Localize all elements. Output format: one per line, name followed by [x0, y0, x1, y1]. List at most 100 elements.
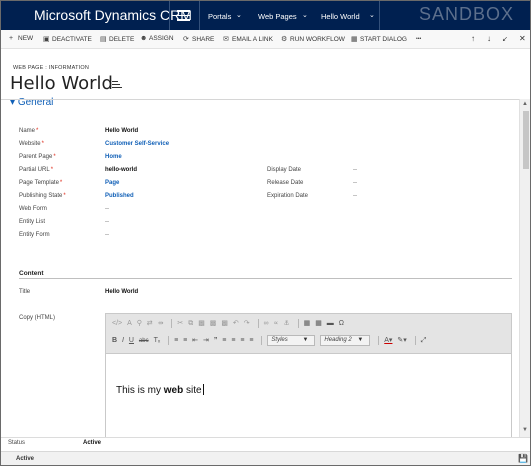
anchor-icon[interactable]: ⚓ [283, 319, 289, 327]
entity-list-field[interactable]: -- [105, 219, 109, 225]
link-icon[interactable]: ∞ [264, 320, 269, 327]
form-selector-icon[interactable] [112, 81, 122, 90]
record-status: Active [16, 456, 35, 462]
web-form-label: Web Form [19, 206, 47, 212]
copy-icon[interactable]: ⧉ [188, 320, 193, 328]
vertical-scrollbar[interactable]: ▲ ▼ [519, 99, 530, 437]
underline-icon[interactable]: U [129, 337, 134, 344]
nav-item-portals[interactable]: Portals [208, 12, 231, 21]
environment-label: SANDBOX [419, 4, 515, 24]
chevron-down-icon[interactable]: ⌄ [302, 11, 308, 19]
editor-content[interactable]: This is my web site [116, 384, 204, 396]
expiration-date-label: Expiration Date [267, 193, 309, 199]
share-icon: ⟳ [183, 36, 189, 43]
delete-button[interactable]: ▤ DELETE [100, 35, 134, 43]
indent-icon[interactable]: ⇥ [203, 336, 209, 344]
cut-icon[interactable]: ✂ [177, 319, 183, 327]
parent-page-label: Parent Page* [19, 154, 56, 160]
close-icon[interactable]: ✕ [519, 34, 526, 43]
background-color-icon[interactable]: ✎▾ [397, 336, 406, 344]
paste-word-icon[interactable]: ▩ [221, 319, 228, 327]
replace-icon[interactable]: ⇄ [147, 319, 153, 327]
find-icon[interactable]: ⚲ [137, 319, 142, 327]
next-record-icon[interactable]: ↓ [487, 34, 491, 43]
align-left-icon[interactable]: ≡ [222, 337, 226, 344]
content-section-header: Content [19, 270, 44, 277]
deactivate-button[interactable]: ▣ DEACTIVATE [43, 35, 92, 43]
format-dropdown[interactable]: Heading 2 ▼ [320, 335, 371, 346]
publishing-state-link[interactable]: Published [105, 193, 134, 199]
remove-format-icon[interactable]: Tₓ [154, 337, 161, 344]
page-template-label: Page Template* [19, 180, 63, 186]
undo-icon[interactable]: ↶ [233, 319, 239, 327]
email-link-button[interactable]: ✉ EMAIL A LINK [223, 35, 273, 43]
dialog-icon: ▦ [351, 36, 358, 43]
more-commands-button[interactable]: ••• [416, 36, 421, 42]
align-center-icon[interactable]: ≡ [231, 337, 235, 344]
partial-url-field[interactable]: hello-world [105, 167, 137, 173]
nav-item-web-pages[interactable]: Web Pages [258, 12, 297, 21]
nav-item-hello-world[interactable]: Hello World [321, 12, 360, 21]
run-workflow-button[interactable]: ⚙ RUN WORKFLOW [281, 35, 345, 43]
previous-record-icon[interactable]: ↑ [471, 34, 475, 43]
paste-icon[interactable]: ▩ [198, 319, 205, 327]
copy-html-label: Copy (HTML) [19, 315, 56, 321]
editor-toolbar: </> A ⚲ ⇄ ⇸ ✂ ⧉ ▩ ▩ ▩ ↶ ↷ ∞ ∝ ⚓ ▦ ▦ ▬ Ω … [106, 314, 511, 354]
select-all-icon[interactable]: ⇸ [158, 319, 164, 327]
website-label: Website* [19, 141, 44, 147]
table-icon[interactable]: ▦ [315, 319, 322, 327]
workflow-icon: ⚙ [281, 36, 288, 43]
redo-icon[interactable]: ↷ [244, 319, 250, 327]
image-icon[interactable]: ▦ [304, 319, 311, 327]
email-icon: ✉ [223, 36, 229, 43]
trash-icon: ▤ [100, 36, 107, 43]
assign-button[interactable]: ☻ ASSIGN [140, 35, 174, 42]
page-title: Hello World [10, 73, 113, 94]
horizontal-line-icon[interactable]: ▬ [327, 320, 334, 327]
paste-text-icon[interactable]: ▩ [210, 319, 217, 327]
status-value: Active [83, 440, 102, 446]
display-date-field[interactable]: -- [353, 167, 357, 173]
styles-dropdown[interactable]: Styles ▼ [267, 335, 316, 346]
bottom-status-bar: Active 💾 [1, 451, 530, 465]
bold-icon[interactable]: B [112, 337, 117, 344]
italic-icon[interactable]: I [122, 337, 124, 344]
source-icon[interactable]: </> [112, 320, 122, 327]
unlink-icon[interactable]: ∝ [273, 319, 278, 327]
maximize-icon[interactable]: ⤢ [421, 337, 427, 345]
parent-page-link[interactable]: Home [105, 154, 122, 160]
align-right-icon[interactable]: ≡ [240, 337, 244, 344]
chevron-down-icon[interactable]: ⌄ [369, 11, 375, 19]
chevron-down-icon[interactable]: ⌄ [236, 11, 242, 19]
scroll-down-icon[interactable]: ▼ [522, 427, 528, 433]
blockquote-icon[interactable]: ” [214, 337, 218, 344]
strikethrough-icon[interactable]: abc [139, 338, 149, 344]
share-button[interactable]: ⟳ SHARE [183, 35, 214, 43]
new-button[interactable]: + NEW [9, 35, 33, 42]
release-date-field[interactable]: -- [353, 180, 357, 186]
page-template-link[interactable]: Page [105, 180, 119, 186]
text-color-icon[interactable]: A▾ [384, 336, 392, 344]
numbered-list-icon[interactable]: ≡ [174, 337, 178, 344]
bulleted-list-icon[interactable]: ≡ [183, 337, 187, 344]
expiration-date-field[interactable]: -- [353, 193, 357, 199]
title-field[interactable]: Hello World [105, 289, 138, 295]
save-icon[interactable]: 💾 [518, 454, 528, 463]
website-link[interactable]: Customer Self-Service [105, 141, 169, 147]
outdent-icon[interactable]: ⇤ [192, 336, 198, 344]
scrollbar-thumb[interactable] [523, 111, 529, 169]
breadcrumb: WEB PAGE : INFORMATION [13, 65, 90, 71]
spellcheck-icon[interactable]: A [127, 320, 132, 327]
web-form-field[interactable]: -- [105, 206, 109, 212]
hamburger-menu-icon[interactable] [177, 10, 190, 21]
scroll-up-icon[interactable]: ▲ [522, 101, 528, 107]
entity-form-field[interactable]: -- [105, 232, 109, 238]
status-label: Status [8, 440, 26, 446]
name-label: Name* [19, 128, 39, 134]
name-field[interactable]: Hello World [105, 128, 138, 134]
start-dialog-button[interactable]: ▦ START DIALOG [351, 35, 407, 43]
command-bar: + NEW ▣ DEACTIVATE ▤ DELETE ☻ ASSIGN ⟳ SHARE … [1, 30, 530, 49]
special-char-icon[interactable]: Ω [339, 320, 344, 327]
justify-icon[interactable]: ≡ [249, 337, 253, 344]
collapse-icon[interactable]: ↙ [502, 35, 508, 43]
